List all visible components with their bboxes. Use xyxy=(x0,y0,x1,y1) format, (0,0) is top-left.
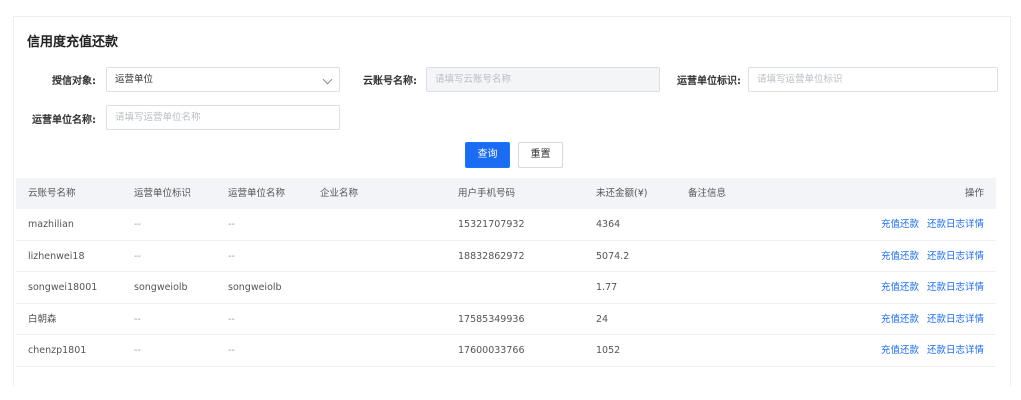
grant-target-value: 运营单位 xyxy=(115,74,154,85)
unit-name-label: 运营单位名称: xyxy=(32,115,96,126)
header-unit-name: 运营单位名称 xyxy=(228,188,286,199)
cell-unit-name: songweiolb xyxy=(228,282,282,293)
repayment-log-link[interactable]: 还款日志详情 xyxy=(927,219,984,230)
cell-phone: 17600033766 xyxy=(458,345,525,356)
grant-target-select[interactable]: 运营单位 xyxy=(106,67,340,92)
cell-unit-name: -- xyxy=(228,219,235,230)
page-title: 信用度充值还款 xyxy=(27,35,119,50)
table-row: mazhilian -- -- 15321707932 4364 充值还款 还款日… xyxy=(16,209,996,241)
cell-amount: 4364 xyxy=(596,219,621,230)
cell-actions: 充值还款 还款日志详情 xyxy=(873,304,984,335)
cell-account: songwei18001 xyxy=(28,282,98,293)
page: 信用度充值还款 授信对象: 运营单位 云账号名称: 请填写云账号名称 运营单位标… xyxy=(0,0,1021,400)
cell-phone: 15321707932 xyxy=(458,219,525,230)
table-row: 白朝森 -- -- 17585349936 24 充值还款 还款日志详情 xyxy=(16,304,996,335)
cell-unit-name: -- xyxy=(228,345,235,356)
cell-actions: 充值还款 还款日志详情 xyxy=(873,209,984,240)
table-header: 云账号名称 运营单位标识 运营单位名称 企业名称 用户手机号码 未还金额(¥) … xyxy=(16,178,996,209)
cell-phone: 18832862972 xyxy=(458,250,525,262)
header-unit-code: 运营单位标识 xyxy=(134,188,192,199)
table-row: lizhenwei18 -- -- 18832862972 5074.2 充值还… xyxy=(16,241,996,272)
recharge-link[interactable]: 充值还款 xyxy=(881,345,919,356)
repayment-log-link[interactable]: 还款日志详情 xyxy=(927,282,984,293)
recharge-link[interactable]: 充值还款 xyxy=(881,282,919,293)
header-account: 云账号名称 xyxy=(28,188,76,199)
table-row: songwei18001 songweiolb songweiolb 1.77 … xyxy=(16,272,996,304)
unit-code-input[interactable]: 请填写运营单位标识 xyxy=(748,67,998,92)
repayment-log-link[interactable]: 还款日志详情 xyxy=(927,251,984,262)
cell-actions: 充值还款 还款日志详情 xyxy=(873,241,984,272)
recharge-link[interactable]: 充值还款 xyxy=(881,219,919,230)
header-company: 企业名称 xyxy=(320,188,359,199)
cell-account: 白朝森 xyxy=(28,313,57,325)
cell-unit-name: -- xyxy=(228,313,235,325)
repayment-log-link[interactable]: 还款日志详情 xyxy=(927,345,984,356)
repayment-log-link[interactable]: 还款日志详情 xyxy=(927,314,984,325)
cell-unit-code: songweiolb xyxy=(134,282,188,293)
cell-phone: 17585349936 xyxy=(458,313,525,325)
cell-amount: 5074.2 xyxy=(596,250,630,262)
chevron-down-icon xyxy=(322,74,333,85)
cell-account: mazhilian xyxy=(28,219,74,230)
cell-unit-code: -- xyxy=(134,345,141,356)
cell-amount: 24 xyxy=(596,313,609,325)
cell-account: lizhenwei18 xyxy=(28,250,85,262)
cell-unit-code: -- xyxy=(134,250,141,262)
table-row: chenzp1801 -- -- 17600033766 1052 充值还款 还款… xyxy=(16,335,996,367)
unit-name-placeholder: 请填写运营单位名称 xyxy=(115,112,201,123)
cell-account: chenzp1801 xyxy=(28,345,87,356)
header-actions: 操作 xyxy=(964,188,984,199)
header-amount: 未还金额(¥) xyxy=(596,188,648,199)
header-phone: 用户手机号码 xyxy=(458,188,516,199)
cell-actions: 充值还款 还款日志详情 xyxy=(873,335,984,366)
data-table: 云账号名称 运营单位标识 运营单位名称 企业名称 用户手机号码 未还金额(¥) … xyxy=(16,178,996,367)
cell-amount: 1.77 xyxy=(596,282,618,293)
cloud-account-label: 云账号名称: xyxy=(363,76,417,87)
cloud-account-placeholder: 请填写云账号名称 xyxy=(435,74,512,85)
grant-target-label: 授信对象: xyxy=(52,76,96,87)
unit-name-input[interactable]: 请填写运营单位名称 xyxy=(106,105,340,130)
cell-unit-code: -- xyxy=(134,313,141,325)
header-remark: 备注信息 xyxy=(688,188,727,199)
cell-unit-name: -- xyxy=(228,250,235,262)
reset-button[interactable]: 重置 xyxy=(518,142,563,168)
recharge-link[interactable]: 充值还款 xyxy=(881,314,919,325)
unit-code-placeholder: 请填写运营单位标识 xyxy=(757,74,843,85)
cell-amount: 1052 xyxy=(596,345,621,356)
cloud-account-input[interactable]: 请填写云账号名称 xyxy=(426,67,660,92)
recharge-link[interactable]: 充值还款 xyxy=(881,251,919,262)
cell-actions: 充值还款 还款日志详情 xyxy=(873,272,984,303)
cell-unit-code: -- xyxy=(134,219,141,230)
search-button[interactable]: 查询 xyxy=(465,142,510,168)
unit-code-label: 运营单位标识: xyxy=(677,76,741,87)
